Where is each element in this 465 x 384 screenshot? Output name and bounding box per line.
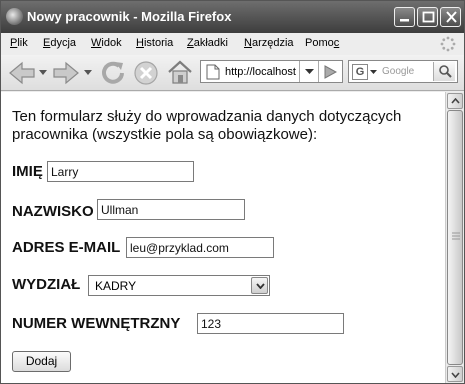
first-name-label: IMIĘ [12,163,43,180]
last-name-label: NAZWISKO [12,203,94,220]
add-button[interactable]: Dodaj [12,351,71,372]
menu-zakladki[interactable]: Zakładki [187,37,228,49]
search-engine-dropdown-icon[interactable] [370,70,377,75]
minimize-icon [400,19,409,22]
title-bar: Nowy pracownik - Mozilla Firefox [1,1,464,33]
url-separator [299,61,300,82]
back-dropdown-icon[interactable] [39,69,47,77]
minimize-button[interactable] [394,7,415,27]
url-text: http://localhost [225,66,296,78]
search-button[interactable] [433,62,455,81]
department-dropdown-button[interactable] [251,277,268,294]
search-engine-icon[interactable]: G [352,64,368,80]
throbber-icon [440,36,456,52]
search-icon [439,65,452,78]
email-label: ADRES E-MAIL [12,239,121,256]
first-name-input[interactable]: Larry [47,161,194,182]
menu-bar: Plik Edycja Widok Historia Zakładki Narz… [1,33,464,55]
url-separator-2 [318,61,319,82]
search-bar[interactable]: G Google [348,60,458,83]
go-icon[interactable] [323,65,337,79]
grip-icon [452,232,460,240]
firefox-icon [6,8,23,25]
maximize-icon [422,11,435,23]
address-bar[interactable]: http://localhost [200,60,343,83]
department-select-value: KADRY [95,279,137,293]
close-icon [446,11,457,23]
stop-icon[interactable] [133,60,159,86]
scroll-down-button[interactable] [447,366,463,382]
forward-dropdown-icon[interactable] [84,69,92,77]
url-dropdown-icon[interactable] [305,69,314,75]
email-input[interactable]: leu@przyklad.com [126,237,274,258]
form-intro: Ten formularz służy do wprowadzania dany… [12,108,402,143]
vertical-scrollbar[interactable] [445,92,464,383]
browser-window: Nowy pracownik - Mozilla Firefox Plik Ed… [0,0,465,384]
last-name-input[interactable]: Ullman [97,199,245,220]
menu-plik[interactable]: Plik [10,37,28,49]
page-content: Ten formularz służy do wprowadzania dany… [1,92,445,383]
scroll-thumb[interactable] [447,110,463,365]
home-icon[interactable] [166,59,194,86]
search-placeholder: Google [382,66,415,77]
department-select[interactable]: KADRY [88,275,270,296]
menu-historia[interactable]: Historia [136,37,173,49]
phone-extension-label: NUMER WEWNĘTRZNY [12,315,181,332]
close-button[interactable] [440,7,461,27]
window-title: Nowy pracownik - Mozilla Firefox [27,9,232,24]
maximize-button[interactable] [417,7,438,27]
department-label: WYDZIAŁ [12,276,81,293]
scroll-up-icon [451,98,460,104]
back-icon[interactable] [7,60,37,86]
menu-pomoc[interactable]: Pomoc [305,37,339,49]
page-icon [206,64,220,80]
navigation-toolbar: http://localhost G Google [1,55,464,91]
reload-icon[interactable] [99,59,127,87]
forward-icon[interactable] [51,60,81,86]
menu-edycja[interactable]: Edycja [43,37,76,49]
phone-extension-input[interactable]: 123 [197,313,344,334]
menu-widok[interactable]: Widok [91,37,122,49]
scroll-up-button[interactable] [447,93,463,109]
scroll-down-icon [451,372,460,378]
menu-narzedzia[interactable]: Narzędzia [244,37,294,49]
chevron-down-icon [256,283,265,289]
